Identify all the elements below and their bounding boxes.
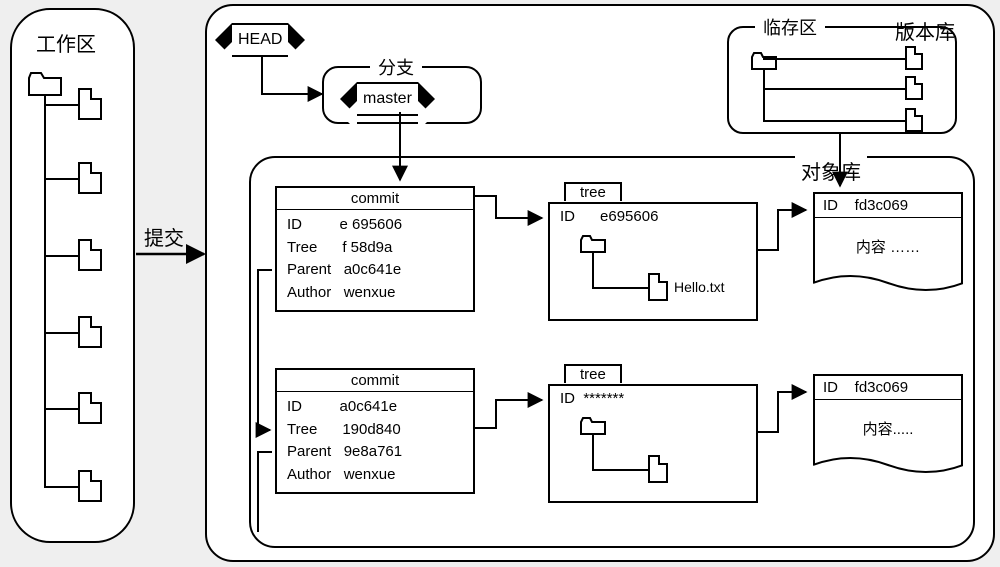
- staging-label: 临存区: [755, 14, 825, 40]
- folder-icon: [751, 52, 777, 70]
- commit-box-2: commit ID a0c641e Tree 190d840 Parent 9e…: [275, 368, 475, 494]
- head-pointer: HEAD: [215, 23, 305, 57]
- folder-icon: [580, 235, 606, 253]
- folder-icon: [28, 72, 62, 96]
- folder-icon: [580, 417, 606, 435]
- file-icon: [905, 76, 923, 100]
- tree-tab: tree: [564, 182, 622, 201]
- branch-section-label: 分支: [370, 54, 422, 80]
- file-icon: [905, 108, 923, 132]
- tree-file-name: Hello.txt: [674, 279, 725, 295]
- blob-content: 内容.....: [863, 421, 914, 438]
- working-directory-title: 工作区: [36, 28, 96, 57]
- branch-master: master: [340, 82, 435, 116]
- working-directory-panel: 工作区: [10, 8, 135, 543]
- tree-connector: [44, 96, 46, 488]
- submit-label: 提交: [144, 222, 184, 251]
- staging-area-box: 临存区: [727, 26, 957, 134]
- commit-header: commit: [277, 188, 473, 210]
- branch-box: 分支 master: [322, 66, 482, 124]
- object-store-label: 对象库: [795, 156, 867, 185]
- file-icon: [78, 162, 102, 194]
- tree-tab: tree: [564, 364, 622, 383]
- file-icon: [78, 392, 102, 424]
- file-icon: [648, 273, 668, 301]
- file-icon: [78, 470, 102, 502]
- file-icon: [78, 316, 102, 348]
- blob-content: 内容 ……: [856, 239, 920, 256]
- file-icon: [78, 88, 102, 120]
- commit-header: commit: [277, 370, 473, 392]
- blob-box-1: ID fd3c069 内容 ……: [813, 192, 963, 283]
- tree-box-2: tree ID *******: [548, 384, 758, 503]
- head-label: HEAD: [238, 31, 282, 49]
- blob-box-2: ID fd3c069 内容.....: [813, 374, 963, 465]
- file-icon: [905, 46, 923, 70]
- file-icon: [78, 239, 102, 271]
- tree-box-1: tree ID e695606 Hello.txt: [548, 202, 758, 321]
- object-store-panel: 对象库 commit ID e 695606 Tree f 58d9a Pare…: [249, 156, 975, 548]
- file-icon: [648, 455, 668, 483]
- branch-name: master: [363, 90, 412, 108]
- commit-box-1: commit ID e 695606 Tree f 58d9a Parent a…: [275, 186, 475, 312]
- repository-panel: 版本库 HEAD 分支 master 临存区: [205, 4, 995, 562]
